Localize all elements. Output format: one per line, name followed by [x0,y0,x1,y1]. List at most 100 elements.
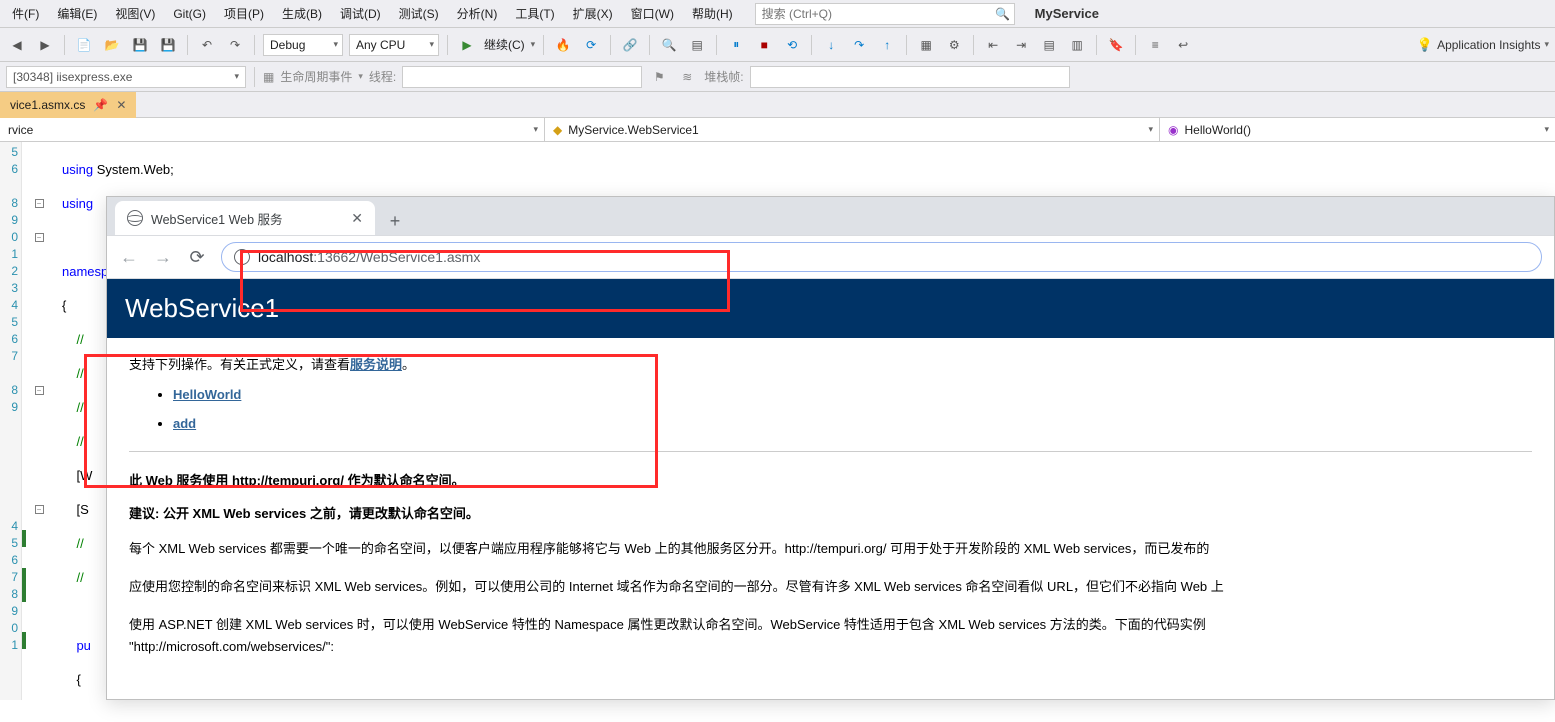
continue-button[interactable]: 继续(C) [484,36,525,53]
pin-icon[interactable]: 📌 [93,98,108,112]
comment-icon[interactable]: ▤ [686,34,708,56]
url-text: localhost:13662/WebService1.asmx [258,249,480,265]
save-all-icon[interactable]: 💾 [157,34,179,56]
close-icon[interactable]: ✕ [116,98,126,112]
back-icon[interactable]: ◀ [6,34,28,56]
app-insights-label: Application Insights [1437,38,1540,52]
undo-icon[interactable]: ↶ [196,34,218,56]
new-item-icon[interactable]: 📄 [73,34,95,56]
pause-icon[interactable]: ⏸ [725,34,747,56]
browser-tab[interactable]: WebService1 Web 服务 ✕ [115,201,375,235]
op-helloworld-link[interactable]: HelloWorld [173,387,241,402]
menu-edit[interactable]: 编辑(E) [49,1,105,26]
browser-back-icon[interactable]: ← [119,247,139,268]
stop-icon[interactable]: ■ [753,34,775,56]
menu-build[interactable]: 生成(B) [274,1,330,26]
wrap-icon[interactable]: ↩ [1172,34,1194,56]
ws-warn1: 此 Web 服务使用 http://tempuri.org/ 作为默认命名空间。 [129,470,1532,489]
redo-icon[interactable]: ↷ [224,34,246,56]
nav-bar: rvice ◆ MyService.WebService1 ◉ HelloWor… [0,118,1555,142]
indent-less-icon[interactable]: ⇤ [982,34,1004,56]
platform-combo[interactable]: Any CPU [349,34,439,56]
process-combo[interactable]: [30348] iisexpress.exe ▾ [6,66,246,88]
operations-list: HelloWorld add [129,387,1532,431]
document-tab[interactable]: vice1.asmx.cs 📌 ✕ [0,92,136,118]
menu-tools[interactable]: 工具(T) [507,1,562,26]
address-bar[interactable]: i localhost:13662/WebService1.asmx [221,242,1542,272]
ws-intro: 支持下列操作。有关正式定义，请查看服务说明。 [129,354,1532,373]
menu-view[interactable]: 视图(V) [107,1,163,26]
vs-toolbar: ◀ ▶ 📄 📂 💾 💾 ↶ ↷ Debug Any CPU ▶ 继续(C) ▾ … [0,28,1555,62]
flag-icon[interactable]: ⚑ [648,66,670,88]
bookmark-icon[interactable]: 🔖 [1105,34,1127,56]
solution-name: MyService [1035,6,1099,21]
menu-help[interactable]: 帮助(H) [684,1,741,26]
outline-gutter[interactable]: − − − − [28,142,50,700]
browser-tab-strip: WebService1 Web 服务 ✕ + [107,197,1554,235]
browser-toolbar: ← → ⟳ i localhost:13662/WebService1.asmx [107,235,1554,279]
ws-header: WebService1 [107,279,1554,338]
tab-close-icon[interactable]: ✕ [351,210,363,227]
menu-project[interactable]: 项目(P) [216,1,272,26]
namespace-combo[interactable]: rvice [0,118,545,141]
class-icon: ◆ [553,123,562,137]
threads-icon[interactable]: ≋ [676,66,698,88]
search-icon[interactable]: 🔍 [992,7,1014,21]
browser-reload-icon[interactable]: ⟳ [187,247,207,268]
menu-window[interactable]: 窗口(W) [623,1,682,26]
menu-file[interactable]: 件(F) [4,1,47,26]
globe-icon [127,210,143,226]
comment-out-icon[interactable]: ▤ [1038,34,1060,56]
step-into-icon[interactable]: ↓ [820,34,842,56]
debug-toolbar: [30348] iisexpress.exe ▾ ▦ 生命周期事件 ▾ 线程: … [0,62,1555,92]
app-insights-button[interactable]: 💡 Application Insights ▾ [1417,37,1549,53]
format-icon[interactable]: ≡ [1144,34,1166,56]
op-add-link[interactable]: add [173,416,196,431]
save-icon[interactable]: 💾 [129,34,151,56]
line-number-gutter: 56 8901234567 89 45678901 [0,142,22,700]
lifecycle-icon: ▦ [263,70,274,84]
change-indicator [22,142,28,700]
hot-reload-icon[interactable]: 🔥 [552,34,574,56]
menu-test[interactable]: 测试(S) [391,1,447,26]
step-over-icon[interactable]: ↷ [848,34,870,56]
class-label: MyService.WebService1 [568,123,699,137]
ws-para1: 每个 XML Web services 都需要一个唯一的命名空间，以便客户端应用… [129,538,1532,560]
new-tab-button[interactable]: + [381,207,409,235]
tab-filename: vice1.asmx.cs [10,98,85,112]
menu-git[interactable]: Git(G) [165,3,214,25]
menu-debug[interactable]: 调试(D) [332,1,389,26]
browser-tab-title: WebService1 Web 服务 [151,209,283,228]
divider [129,451,1532,452]
ws-title: WebService1 [125,293,1536,324]
menu-analyze[interactable]: 分析(N) [449,1,506,26]
vs-search-box[interactable]: 🔍 [755,3,1015,25]
stackframe-label: 堆栈帧: [704,68,743,85]
method-combo[interactable]: ◉ HelloWorld() [1160,118,1555,141]
lifecycle-label: 生命周期事件 [280,68,352,85]
list-item: HelloWorld [173,387,1532,402]
find-icon[interactable]: 🔍 [658,34,680,56]
menu-extensions[interactable]: 扩展(X) [565,1,621,26]
config-combo[interactable]: Debug [263,34,343,56]
db-icon[interactable]: ▦ [915,34,937,56]
play-icon[interactable]: ▶ [456,34,478,56]
indent-more-icon[interactable]: ⇥ [1010,34,1032,56]
browser-forward-icon[interactable]: → [153,247,173,268]
vs-menu-bar: 件(F) 编辑(E) 视图(V) Git(G) 项目(P) 生成(B) 调试(D… [0,0,1555,28]
vs-search-input[interactable] [756,7,992,21]
forward-icon[interactable]: ▶ [34,34,56,56]
refresh-icon[interactable]: ⟳ [580,34,602,56]
thread-combo[interactable] [402,66,642,88]
tool-icon[interactable]: ⚙ [943,34,965,56]
restart-icon[interactable]: ⟲ [781,34,803,56]
class-combo[interactable]: ◆ MyService.WebService1 [545,118,1160,141]
service-description-link[interactable]: 服务说明 [350,357,402,372]
stackframe-combo[interactable] [750,66,1070,88]
step-out-icon[interactable]: ↑ [876,34,898,56]
uncomment-icon[interactable]: ▥ [1066,34,1088,56]
site-info-icon[interactable]: i [234,249,250,265]
open-icon[interactable]: 📂 [101,34,123,56]
browser-link-icon[interactable]: 🔗 [619,34,641,56]
method-icon: ◉ [1168,123,1178,137]
